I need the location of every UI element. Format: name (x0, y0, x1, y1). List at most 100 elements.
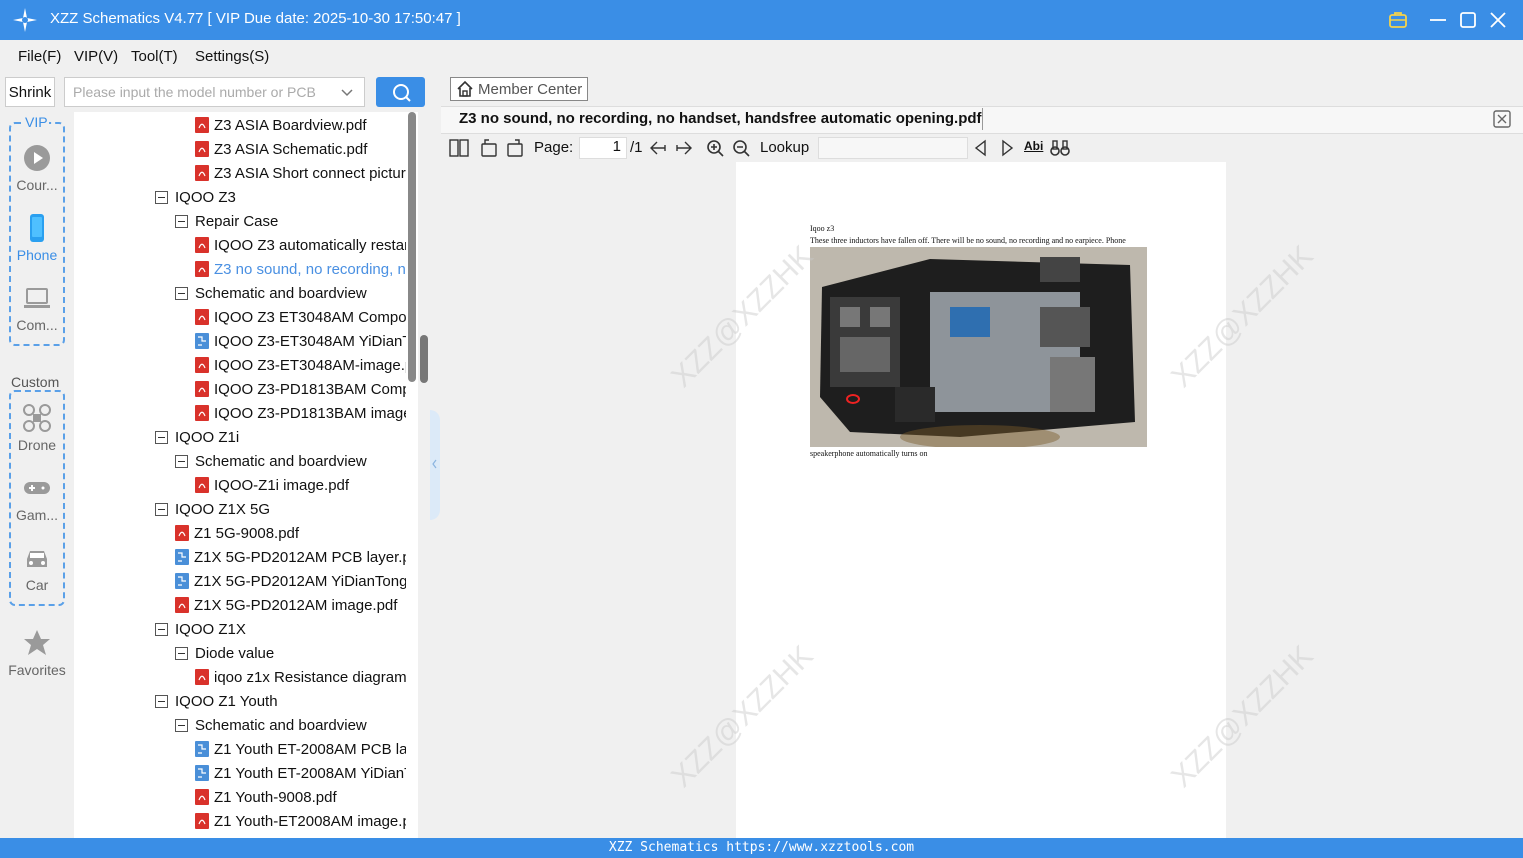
match-case-button[interactable]: Abi (1024, 139, 1043, 153)
tree-folder[interactable]: IQOO Z1X 5G (155, 497, 406, 521)
lookup-input[interactable] (818, 137, 968, 159)
rail-item-computer[interactable]: Com... (5, 283, 69, 333)
two-page-view-icon[interactable] (449, 138, 469, 158)
search-combobox[interactable] (64, 77, 365, 107)
collapse-icon[interactable] (155, 190, 168, 204)
shrink-button[interactable]: Shrink (5, 77, 55, 107)
tree-file[interactable]: Z1 Youth ET-2008AM PCB layer.pdf (195, 737, 406, 761)
rail-item-favorites[interactable]: Favorites (5, 628, 69, 678)
arrow-left-icon[interactable] (648, 138, 668, 158)
tree-folder[interactable]: Schematic and boardview (175, 281, 406, 305)
tree-file[interactable]: Z1X 5G-PD2012AM image.pdf (175, 593, 406, 617)
tree-file[interactable]: Z3 ASIA Schematic.pdf (195, 137, 406, 161)
collapse-icon[interactable] (155, 694, 168, 708)
menu-tool[interactable]: Tool(T) (131, 48, 178, 65)
tree-file[interactable]: IQOO Z3-PD1813BAM image.pdf (195, 401, 406, 425)
tree-file[interactable]: Z1X 5G-PD2012AM YiDianTong.pcb (175, 569, 406, 593)
menu-vip[interactable]: VIP(V) (74, 48, 118, 65)
collapse-icon[interactable] (175, 214, 188, 228)
tree-label: Diode value (195, 644, 275, 662)
tree-folder[interactable]: Schematic and boardview (175, 713, 406, 737)
pdf-file-icon (195, 405, 209, 421)
zoom-in-icon[interactable] (705, 138, 725, 158)
collapse-icon[interactable] (175, 454, 188, 468)
tree-label: IQOO Z3 automatically restarts.pdf (214, 236, 406, 254)
tree-label: Z1 Youth-9008.pdf (214, 788, 337, 806)
tree-scrollbar-track[interactable] (408, 112, 416, 382)
pdf-file-icon (195, 381, 209, 397)
tree-folder[interactable]: IQOO Z1i (155, 425, 406, 449)
tree-file[interactable]: IQOO Z3 automatically restarts.pdf (195, 233, 406, 257)
tree-scrollbar-thumb[interactable] (420, 335, 428, 383)
tree-file[interactable]: IQOO Z3-PD1813BAM Component.pdf (195, 377, 406, 401)
minimize-icon[interactable] (1427, 9, 1449, 31)
laptop-icon (24, 288, 50, 308)
tree-file[interactable]: Z3 no sound, no recording, no handset, h… (195, 257, 406, 281)
rail-item-courses[interactable]: Cour... (5, 143, 69, 193)
menu-settings[interactable]: Settings(S) (195, 48, 269, 65)
collapse-icon[interactable] (175, 646, 188, 660)
search-button[interactable] (376, 77, 425, 107)
pcb-file-icon (195, 765, 209, 781)
find-next-icon[interactable] (997, 138, 1017, 158)
rotate-right-icon[interactable] (505, 138, 525, 158)
tree-file[interactable]: Z1 5G-9008.pdf (175, 521, 406, 545)
tree-label: Z1 Youth ET-2008AM YiDianTong.pcb (214, 764, 406, 782)
collapse-icon[interactable] (175, 718, 188, 732)
tree-file[interactable]: IQOO Z3 ET3048AM Component.pdf (195, 305, 406, 329)
tree-folder[interactable]: Repair Case (175, 209, 406, 233)
tree-label: IQOO Z3 (175, 188, 236, 206)
pdf-file-icon (195, 789, 209, 805)
arrow-right-icon[interactable] (674, 138, 694, 158)
pcb-file-icon (175, 549, 189, 565)
tree-file[interactable]: Z1 Youth ET-2008AM YiDianTong.pcb (195, 761, 406, 785)
find-previous-icon[interactable] (971, 138, 991, 158)
rotate-left-icon[interactable] (479, 138, 499, 158)
tree-folder[interactable]: Schematic and boardview (175, 449, 406, 473)
tab-document[interactable]: Z3 no sound, no recording, no handset, h… (459, 110, 982, 127)
collapse-icon[interactable] (175, 286, 188, 300)
tree-file[interactable]: IQOO-Z1i image.pdf (195, 473, 406, 497)
search-input[interactable] (65, 78, 335, 106)
tree-file[interactable]: IQOO Z3-ET3048AM-image.pdf (195, 353, 406, 377)
tree-label: Z3 ASIA Boardview.pdf (214, 116, 367, 134)
tree-file[interactable]: Z1X 5G-PD2012AM PCB layer.pdf (175, 545, 406, 569)
tree-file[interactable]: IQOO Z3-ET3048AM YiDianTong.pcb (195, 329, 406, 353)
briefcase-icon[interactable] (1387, 9, 1409, 31)
tree-file[interactable]: Z3 ASIA Short connect picture.pdf (195, 161, 406, 185)
collapse-icon[interactable] (155, 622, 168, 636)
menu-bar: File(F) VIP(V) Tool(T) Settings(S) (0, 40, 1523, 72)
menu-file[interactable]: File(F) (18, 48, 61, 65)
tree-file[interactable]: Z3 ASIA Boardview.pdf (195, 113, 406, 137)
page-number-input[interactable]: 1 (579, 137, 627, 159)
collapse-icon[interactable] (155, 430, 168, 444)
tree-folder[interactable]: IQOO Z3 (155, 185, 406, 209)
close-icon[interactable] (1487, 9, 1509, 31)
app-logo-icon (13, 8, 37, 32)
tree-label: IQOO Z3-PD1813BAM Component.pdf (214, 380, 406, 398)
tree-file[interactable]: Z1 Youth-9008.pdf (195, 785, 406, 809)
tree-label: Z1X 5G-PD2012AM YiDianTong.pcb (194, 572, 406, 590)
rail-item-car[interactable]: Car (5, 543, 69, 593)
rail-item-drone[interactable]: Drone (5, 403, 69, 453)
tree-label: Schematic and boardview (195, 716, 367, 734)
home-icon (457, 80, 473, 97)
maximize-icon[interactable] (1457, 9, 1479, 31)
collapse-icon[interactable] (155, 502, 168, 516)
tree-file[interactable]: Z1 Youth-ET2008AM image.pdf (195, 809, 406, 833)
tree-file[interactable]: iqoo z1x Resistance diagram (195, 665, 406, 689)
tree-label: Z1X 5G-PD2012AM PCB layer.pdf (194, 548, 406, 566)
tree-label: Z3 ASIA Schematic.pdf (214, 140, 368, 158)
tree-folder[interactable]: IQOO Z1X (155, 617, 406, 641)
member-center-button[interactable]: Member Center (450, 77, 588, 101)
zoom-out-icon[interactable] (731, 138, 751, 158)
rail-item-phone[interactable]: Phone (5, 213, 69, 263)
chevron-down-icon[interactable] (339, 84, 355, 100)
close-tab-icon[interactable] (1493, 110, 1511, 128)
binoculars-icon[interactable] (1050, 138, 1070, 158)
tree-label: IQOO Z1X 5G (175, 500, 271, 518)
panel-splitter[interactable] (430, 410, 440, 520)
tree-folder[interactable]: Diode value (175, 641, 406, 665)
tree-folder[interactable]: IQOO Z1 Youth (155, 689, 406, 713)
rail-item-game[interactable]: Gam... (5, 473, 69, 523)
